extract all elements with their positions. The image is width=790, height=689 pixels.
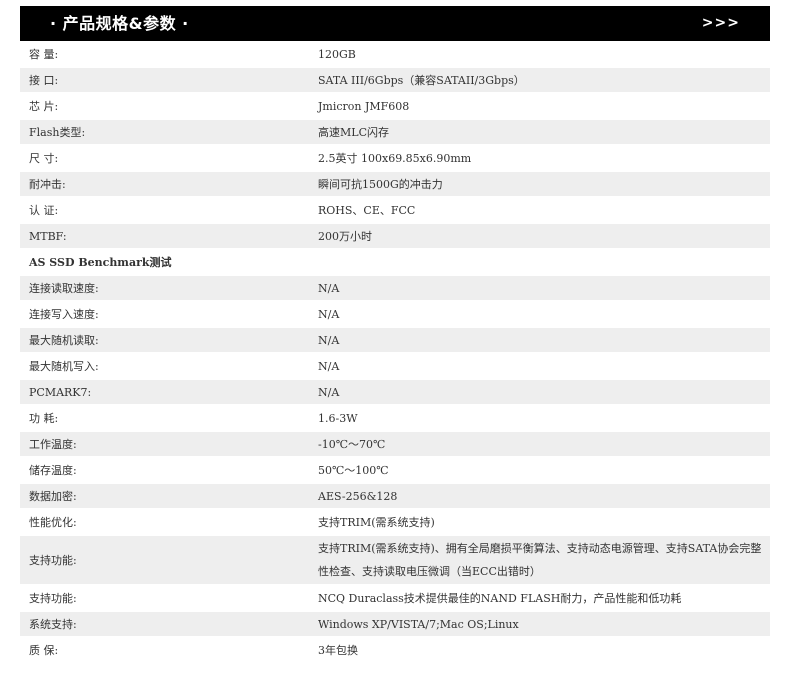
spec-value: NCQ Duraclass技术提供最佳的NAND FLASH耐力，产品性能和低功… (318, 591, 682, 605)
spec-label: 质 保: (29, 644, 59, 657)
spec-row-power: 功 耗: 1.6-3W (20, 406, 770, 430)
spec-value: -10℃～70℃ (318, 437, 386, 451)
spec-value: Windows XP/VISTA/7;Mac OS;Linux (318, 617, 519, 631)
spec-row-storage-temp: 储存温度: 50℃～100℃ (20, 458, 770, 482)
spec-value: 50℃～100℃ (318, 463, 389, 477)
spec-row-shock: 耐冲击: 瞬间可抗1500G的冲击力 (20, 172, 770, 196)
spec-row-seq-read: 连接读取速度: N/A (20, 276, 770, 300)
spec-label: Flash类型: (29, 126, 86, 139)
spec-row-optimization: 性能优化: 支持TRIM(需系统支持) (20, 510, 770, 534)
spec-label: AS SSD Benchmark测试 (29, 256, 172, 269)
spec-row-warranty: 质 保: 3年包换 (20, 638, 770, 662)
spec-label: 最大随机读取: (29, 334, 99, 347)
spec-label: 连接读取速度: (29, 282, 99, 295)
spec-table: 容 量: 120GB 接 口: SATA III/6Gbps（兼容SATAII/… (20, 42, 770, 664)
spec-row-benchmark-heading: AS SSD Benchmark测试 (20, 250, 770, 274)
spec-value: 支持TRIM(需系统支持) (318, 515, 435, 529)
section-title: · 产品规格&参数 · (50, 14, 189, 33)
spec-row-pcmark7: PCMARK7: N/A (20, 380, 770, 404)
spec-value: Jmicron JMF608 (318, 99, 410, 113)
spec-value: N/A (318, 359, 340, 373)
spec-label: 芯 片: (29, 100, 59, 113)
spec-label: 功 耗: (29, 412, 59, 425)
spec-label: 性能优化: (29, 516, 77, 529)
spec-row-mtbf: MTBF: 200万小时 (20, 224, 770, 248)
spec-row-seq-write: 连接写入速度: N/A (20, 302, 770, 326)
spec-value: N/A (318, 281, 340, 295)
spec-row-features: 支持功能: 支持TRIM(需系统支持)、拥有全局磨损平衡算法、支持动态电源管理、… (20, 536, 770, 584)
spec-value: SATA III/6Gbps（兼容SATAII/3Gbps） (318, 73, 525, 87)
section-header: · 产品规格&参数 · >>> (20, 6, 770, 41)
spec-row-os-support: 系统支持: Windows XP/VISTA/7;Mac OS;Linux (20, 612, 770, 636)
spec-value: AES-256&128 (318, 489, 398, 503)
spec-value: 2.5英寸 100x69.85x6.90mm (318, 151, 472, 165)
spec-row-random-write: 最大随机写入: N/A (20, 354, 770, 378)
spec-value: ROHS、CE、FCC (318, 203, 416, 217)
spec-label: 支持功能: (29, 554, 77, 567)
spec-label: 支持功能: (29, 592, 77, 605)
spec-value: N/A (318, 307, 340, 321)
spec-value: 120GB (318, 47, 356, 61)
spec-row-features-ncq: 支持功能: NCQ Duraclass技术提供最佳的NAND FLASH耐力，产… (20, 586, 770, 610)
spec-value: 支持TRIM(需系统支持)、拥有全局磨损平衡算法、支持动态电源管理、支持SATA… (318, 542, 762, 578)
spec-label: 耐冲击: (29, 178, 66, 191)
spec-label: 尺 寸: (29, 152, 59, 165)
more-link[interactable]: >>> (702, 6, 740, 41)
spec-row-encryption: 数据加密: AES-256&128 (20, 484, 770, 508)
spec-row-operating-temp: 工作温度: -10℃～70℃ (20, 432, 770, 456)
spec-label: 储存温度: (29, 464, 77, 477)
spec-value: 200万小时 (318, 229, 372, 243)
spec-value: 3年包换 (318, 643, 358, 657)
spec-value: N/A (318, 333, 340, 347)
spec-value: 1.6-3W (318, 411, 358, 425)
spec-row-flash-type: Flash类型: 高速MLC闪存 (20, 120, 770, 144)
spec-label: 数据加密: (29, 490, 77, 503)
spec-label: 容 量: (29, 48, 59, 61)
spec-value: 瞬间可抗1500G的冲击力 (318, 177, 443, 191)
spec-label: 接 口: (29, 74, 59, 87)
spec-label: 认 证: (29, 204, 59, 217)
spec-row-random-read: 最大随机读取: N/A (20, 328, 770, 352)
spec-value: 高速MLC闪存 (318, 125, 389, 139)
spec-label: 最大随机写入: (29, 360, 99, 373)
spec-row-interface: 接 口: SATA III/6Gbps（兼容SATAII/3Gbps） (20, 68, 770, 92)
spec-value: N/A (318, 385, 340, 399)
spec-label: MTBF: (29, 229, 67, 243)
spec-row-chip: 芯 片: Jmicron JMF608 (20, 94, 770, 118)
spec-label: 连接写入速度: (29, 308, 99, 321)
spec-row-certification: 认 证: ROHS、CE、FCC (20, 198, 770, 222)
spec-row-capacity: 容 量: 120GB (20, 42, 770, 66)
spec-label: 工作温度: (29, 438, 77, 451)
spec-label: 系统支持: (29, 618, 77, 631)
spec-label: PCMARK7: (29, 385, 92, 399)
spec-row-size: 尺 寸: 2.5英寸 100x69.85x6.90mm (20, 146, 770, 170)
